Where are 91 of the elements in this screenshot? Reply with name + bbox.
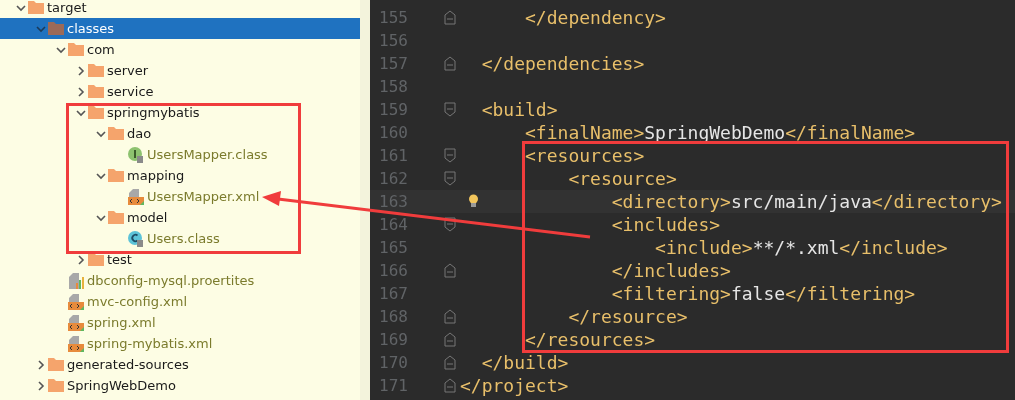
code-line: </includes> [611,260,731,281]
chevron-right-icon[interactable] [75,65,86,76]
line-number: 159 [378,100,408,119]
fold-marker-icon[interactable] [444,217,456,232]
tree-item[interactable]: test [0,249,360,270]
tree-item[interactable]: SpringWebDemo [0,375,360,396]
fold-marker-icon[interactable] [444,148,456,163]
code-line: </resource> [568,306,688,327]
tree-item[interactable]: classes [0,18,360,39]
folder-icon [108,169,124,182]
line-number: 164 [378,215,408,234]
folder-icon [48,358,64,371]
code-line: <include>**/*.xml</include> [655,237,948,258]
line-number: 167 [378,284,408,303]
line-number: 160 [378,123,408,142]
fold-marker-icon[interactable] [444,355,456,370]
xml-file-icon [128,188,144,205]
fold-marker-icon[interactable] [444,263,456,278]
folder-icon [88,85,104,98]
line-number: 158 [378,77,408,96]
fold-marker-icon[interactable] [444,56,456,71]
interface-icon [128,146,144,163]
chevron-down-icon[interactable] [95,170,106,181]
folder-icon [88,106,104,119]
line-number: 171 [378,376,408,395]
folder-icon [48,379,64,392]
line-number: 161 [378,146,408,165]
tree-item[interactable]: target [0,0,360,18]
code-line: <resources> [525,145,645,166]
fold-marker-icon[interactable] [444,10,456,25]
fold-marker-icon[interactable] [444,309,456,324]
line-number: 168 [378,307,408,326]
code-line: <directory>src/main/java</directory> [611,191,1002,212]
line-number: 156 [378,31,408,50]
xml-file-icon [68,314,84,331]
chevron-right-icon[interactable] [75,86,86,97]
folder-icon [88,64,104,77]
tree-item[interactable]: UsersMapper.class [0,144,360,165]
code-line: <build> [481,99,558,120]
tree-item[interactable]: mvc-config.xml [0,291,360,312]
chevron-down-icon[interactable] [95,212,106,223]
chevron-right-icon[interactable] [35,380,46,391]
chevron-down-icon[interactable] [75,107,86,118]
xml-file-icon [68,335,84,352]
line-number: 166 [378,261,408,280]
tree-item[interactable]: generated-sources [0,354,360,375]
tree-item[interactable]: com [0,39,360,60]
folder-icon [108,211,124,224]
tree-item[interactable]: Users.class [0,228,360,249]
xml-file-icon [68,293,84,310]
folder-icon [68,43,84,56]
folder-icon [28,1,44,14]
lightbulb-icon[interactable] [468,194,479,208]
tree-item[interactable]: service [0,81,360,102]
tree-item[interactable]: spring-mybatis.xml [0,333,360,354]
tree-item[interactable]: model [0,207,360,228]
folder-icon [108,127,124,140]
line-number: 155 [378,8,408,27]
line-number: 170 [378,353,408,372]
line-number: 169 [378,330,408,349]
code-line: <resource> [568,168,677,189]
chevron-right-icon[interactable] [75,254,86,265]
tree-item[interactable]: spring.xml [0,312,360,333]
tree-item[interactable]: mapping [0,165,360,186]
properties-file-icon [68,272,84,289]
fold-marker-icon[interactable] [444,102,456,117]
code-line: </dependencies> [481,53,645,74]
fold-marker-icon[interactable] [444,378,456,393]
line-number: 165 [378,238,408,257]
chevron-down-icon[interactable] [15,2,26,13]
chevron-right-icon[interactable] [35,359,46,370]
code-line: <includes> [611,214,721,235]
code-line: </dependency> [525,7,666,28]
code-line: </project> [460,375,569,396]
tree-item[interactable]: server [0,60,360,81]
line-number: 162 [378,169,408,188]
code-line: <finalName>SpringWebDemo</finalName> [525,122,916,143]
tree-item[interactable]: dbconfig-mysql.proertites [0,270,360,291]
code-line: </resources> [525,329,656,350]
chevron-down-icon[interactable] [95,128,106,139]
tree-item[interactable]: springmybatis [0,102,360,123]
tree-item[interactable]: dao [0,123,360,144]
folder-icon [48,22,64,35]
chevron-down-icon[interactable] [55,44,66,55]
tree-item[interactable]: UsersMapper.xml [0,186,360,207]
fold-marker-icon[interactable] [444,171,456,186]
line-number: 157 [378,54,408,73]
fold-marker-icon[interactable] [444,332,456,347]
code-line: <filtering>false</filtering> [611,283,916,304]
class-icon [128,230,144,247]
code-line: </build> [481,352,569,373]
